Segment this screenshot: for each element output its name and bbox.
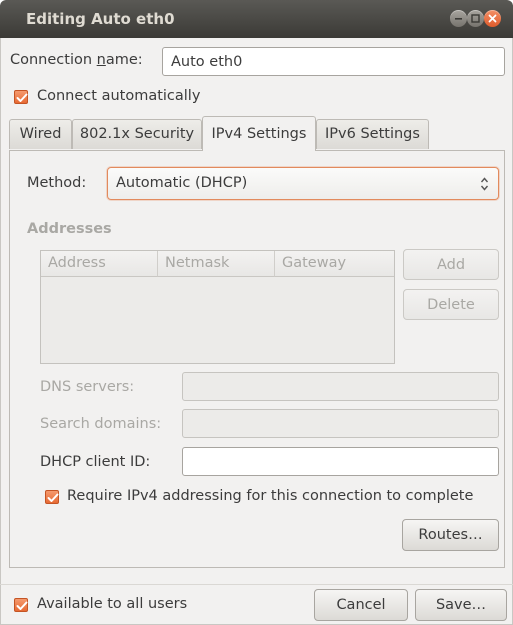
available-to-all-users-label: Available to all users	[37, 596, 188, 612]
maximize-icon[interactable]	[467, 10, 484, 27]
dhcp-client-id-label: DHCP client ID:	[40, 454, 151, 470]
editing-connection-window: Editing Auto eth0 Connection name: Conne…	[0, 0, 513, 625]
connection-name-input[interactable]	[162, 47, 505, 76]
column-header-address: Address	[41, 251, 158, 277]
available-to-all-users-checkbox[interactable]	[14, 598, 28, 612]
checkmark-icon	[16, 601, 28, 610]
add-button[interactable]: Add	[403, 249, 499, 280]
routes-button[interactable]: Routes…	[402, 519, 499, 551]
require-ipv4-label: Require IPv4 addressing for this connect…	[67, 488, 474, 504]
connection-name-label: Connection name:	[10, 52, 143, 68]
window-title: Editing Auto eth0	[26, 10, 175, 28]
dns-servers-label: DNS servers:	[40, 379, 135, 395]
addresses-heading: Addresses	[27, 221, 112, 237]
delete-button[interactable]: Delete	[403, 289, 499, 320]
tab-8021x-security[interactable]: 802.1x Security	[72, 119, 202, 149]
cancel-button[interactable]: Cancel	[314, 589, 408, 621]
method-combobox[interactable]: Automatic (DHCP)	[107, 167, 499, 200]
require-ipv4-checkbox[interactable]	[45, 490, 59, 504]
column-header-netmask: Netmask	[158, 251, 275, 277]
dhcp-client-id-input[interactable]	[182, 447, 499, 476]
checkmark-icon	[47, 493, 59, 502]
save-button[interactable]: Save…	[415, 589, 507, 621]
connect-automatically-checkbox[interactable]	[14, 90, 28, 104]
dns-servers-input[interactable]	[182, 372, 499, 401]
method-value: Automatic (DHCP)	[116, 175, 248, 191]
footer-divider	[0, 584, 513, 585]
tab-ipv4-settings[interactable]: IPv4 Settings	[202, 116, 316, 151]
close-icon[interactable]	[484, 10, 501, 27]
addresses-table: Address Netmask Gateway	[40, 250, 395, 364]
column-header-gateway: Gateway	[275, 251, 394, 277]
search-domains-label: Search domains:	[40, 416, 162, 432]
minimize-icon[interactable]	[450, 10, 467, 27]
checkmark-icon	[16, 93, 28, 102]
tab-wired[interactable]: Wired	[9, 119, 72, 149]
title-bar[interactable]: Editing Auto eth0	[0, 0, 513, 38]
connect-automatically-label: Connect automatically	[37, 88, 201, 104]
tab-ipv6-settings[interactable]: IPv6 Settings	[316, 119, 429, 149]
search-domains-input[interactable]	[182, 409, 499, 438]
method-label: Method:	[27, 175, 87, 191]
up-down-arrows-icon	[480, 177, 489, 191]
